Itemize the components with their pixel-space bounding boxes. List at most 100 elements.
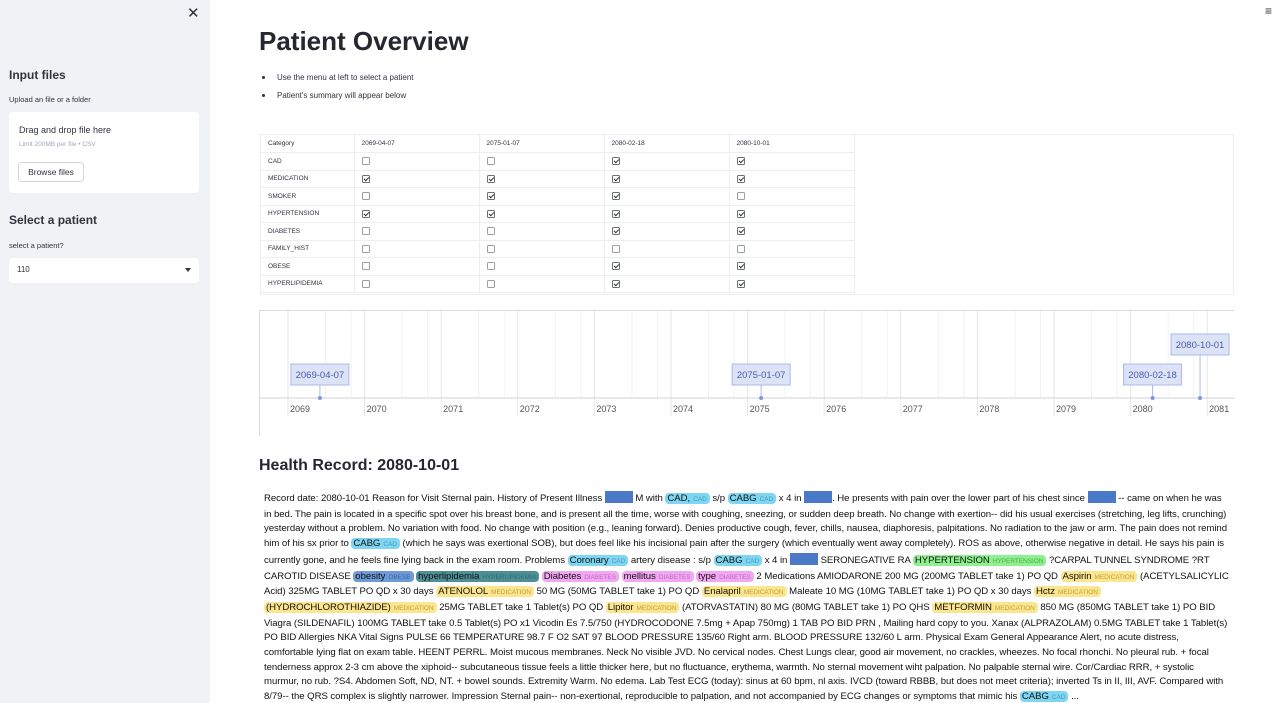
column-header[interactable]: Category xyxy=(261,135,355,153)
checkbox-checked[interactable] xyxy=(611,174,620,183)
checkbox-checked[interactable] xyxy=(611,262,620,271)
checkbox-checked[interactable] xyxy=(736,174,745,183)
sidebar: ✕ Input files Upload an file or a folder… xyxy=(0,0,210,703)
table-row: CAD xyxy=(261,152,855,171)
table-row: FAMILY_HIST xyxy=(261,240,855,258)
checkbox-unchecked[interactable] xyxy=(361,192,370,201)
entity-highlight: obesity OBESE xyxy=(353,570,414,582)
health-record-title: Health Record: 2080-10-01 xyxy=(259,457,460,474)
timeline-year-label: 2076 xyxy=(826,404,846,414)
checkbox-unchecked[interactable] xyxy=(361,244,370,253)
checkbox-unchecked[interactable] xyxy=(486,157,495,166)
entity-label: CAD xyxy=(745,557,760,565)
entity-label: HYPERLIPIDEMIA xyxy=(482,573,537,581)
upload-label: Upload an file or a folder xyxy=(9,95,91,104)
checkbox-checked[interactable] xyxy=(611,227,620,236)
checkbox-unchecked[interactable] xyxy=(361,157,370,166)
entity-highlight: CAD, CAD xyxy=(665,493,710,504)
checkbox-checked[interactable] xyxy=(486,209,495,218)
main-menu-icon[interactable]: ≡ xyxy=(1265,4,1272,18)
checkbox-cell xyxy=(479,170,605,188)
entity-highlight: mellitus DIABETES xyxy=(621,570,694,582)
record-text-segment: 2 Medications AMIODARONE 200 MG (200MG T… xyxy=(753,570,1061,582)
checkbox-checked[interactable] xyxy=(611,279,620,288)
entity-text: CABG xyxy=(729,493,757,504)
checkbox-checked[interactable] xyxy=(736,227,745,236)
checkbox-unchecked[interactable] xyxy=(486,262,495,271)
checkbox-unchecked[interactable] xyxy=(736,244,745,253)
timeline-chart: 2069 2070 2071 2072 2073 2074 2075 2076 2077 2078… xyxy=(259,310,1235,437)
entity-label: HYPERTENSION xyxy=(992,557,1044,565)
record-text-segment: . He presents with pain over the lower p… xyxy=(832,493,1088,504)
checkbox-checked[interactable] xyxy=(361,174,370,183)
checkbox-cell xyxy=(354,152,480,171)
select-patient-title: Select a patient xyxy=(9,213,98,227)
checkbox-cell xyxy=(354,205,480,223)
checkbox-checked[interactable] xyxy=(736,279,745,288)
checkbox-cell xyxy=(479,205,605,223)
checkbox-checked[interactable] xyxy=(611,192,620,201)
checkbox-checked[interactable] xyxy=(361,209,370,218)
timeline-year-label: 2077 xyxy=(903,404,923,414)
checkbox-cell xyxy=(729,275,855,293)
entity-highlight: CABG CAD xyxy=(351,538,400,550)
record-text-segment: 850 MG (850MG TABLET take 1) PO BID Viag… xyxy=(264,601,1228,703)
checkbox-unchecked[interactable] xyxy=(486,279,495,288)
close-sidebar-icon[interactable]: ✕ xyxy=(187,4,200,22)
entity-text: Diabetes xyxy=(543,570,582,582)
entity-highlight: hyperlipidemia HYPERLIPIDEMIA xyxy=(416,570,540,582)
checkbox-checked[interactable] xyxy=(736,209,745,218)
checkbox-cell xyxy=(729,170,855,188)
timeline-year-label: 2075 xyxy=(750,404,770,414)
category-cell: FAMILY_HIST xyxy=(261,240,355,258)
column-header[interactable]: 2080-10-01 xyxy=(729,135,855,153)
record-text-segment: x 4 in xyxy=(762,554,790,566)
browse-files-button[interactable]: Browse files xyxy=(18,162,84,182)
redacted-block xyxy=(604,491,633,503)
checkbox-cell xyxy=(729,187,855,206)
checkbox-checked[interactable] xyxy=(611,157,620,166)
checkbox-cell xyxy=(604,187,730,206)
checkbox-cell xyxy=(354,187,480,206)
category-table: Category 2069-04-07 2075-01-07 2080-02-1… xyxy=(260,134,1234,295)
entity-label: MEDICATION xyxy=(994,604,1035,612)
timeline-year-label: 2072 xyxy=(520,404,540,414)
checkbox-cell xyxy=(479,275,605,293)
file-uploader[interactable]: Drag and drop file here Limit 200MB per … xyxy=(9,112,199,193)
checkbox-checked[interactable] xyxy=(486,174,495,183)
category-cell: CAD xyxy=(261,152,355,171)
table-row: MEDICATION xyxy=(261,170,855,188)
table-row: DIABETES xyxy=(261,222,855,241)
timeline-year-label: 2080 xyxy=(1133,404,1153,414)
checkbox-checked[interactable] xyxy=(736,157,745,166)
patient-select[interactable]: 110 xyxy=(9,258,199,283)
timeline-year-label: 2071 xyxy=(443,404,463,414)
column-header[interactable]: 2075-01-07 xyxy=(479,135,605,153)
checkbox-unchecked[interactable] xyxy=(361,279,370,288)
health-record-text: Record date: 2080-10-01 Reason for Visit… xyxy=(264,491,1230,703)
checkbox-unchecked[interactable] xyxy=(611,244,620,253)
checkbox-checked[interactable] xyxy=(486,192,495,201)
checkbox-unchecked[interactable] xyxy=(486,244,495,253)
checkbox-checked[interactable] xyxy=(736,262,745,271)
entity-label: CAD xyxy=(759,496,774,503)
column-header[interactable]: 2080-02-18 xyxy=(604,135,730,153)
select-patient-label: select a patient? xyxy=(9,241,64,250)
checkbox-cell xyxy=(729,240,855,258)
checkbox-checked[interactable] xyxy=(611,209,620,218)
checkbox-unchecked[interactable] xyxy=(736,192,745,201)
entity-text: type xyxy=(698,570,717,582)
checkbox-unchecked[interactable] xyxy=(361,227,370,236)
checkbox-cell xyxy=(604,275,730,293)
checkbox-unchecked[interactable] xyxy=(486,227,495,236)
checkbox-unchecked[interactable] xyxy=(361,262,370,271)
category-cell: HYPERLIPIDEMIA xyxy=(261,275,355,293)
table-row: SMOKER xyxy=(261,187,855,206)
column-header[interactable]: 2069-04-07 xyxy=(354,135,480,153)
entity-highlight: Lipitor MEDICATION xyxy=(605,601,680,613)
record-text-segment: (ATORVASTATIN) 80 MG (80MG TABLET take 1… xyxy=(679,601,933,613)
timeline-year-label: 2070 xyxy=(367,404,387,414)
entity-highlight: CABG CAD xyxy=(713,554,763,566)
timeline-year-label: 2073 xyxy=(596,404,616,414)
checkbox-cell xyxy=(479,257,605,276)
